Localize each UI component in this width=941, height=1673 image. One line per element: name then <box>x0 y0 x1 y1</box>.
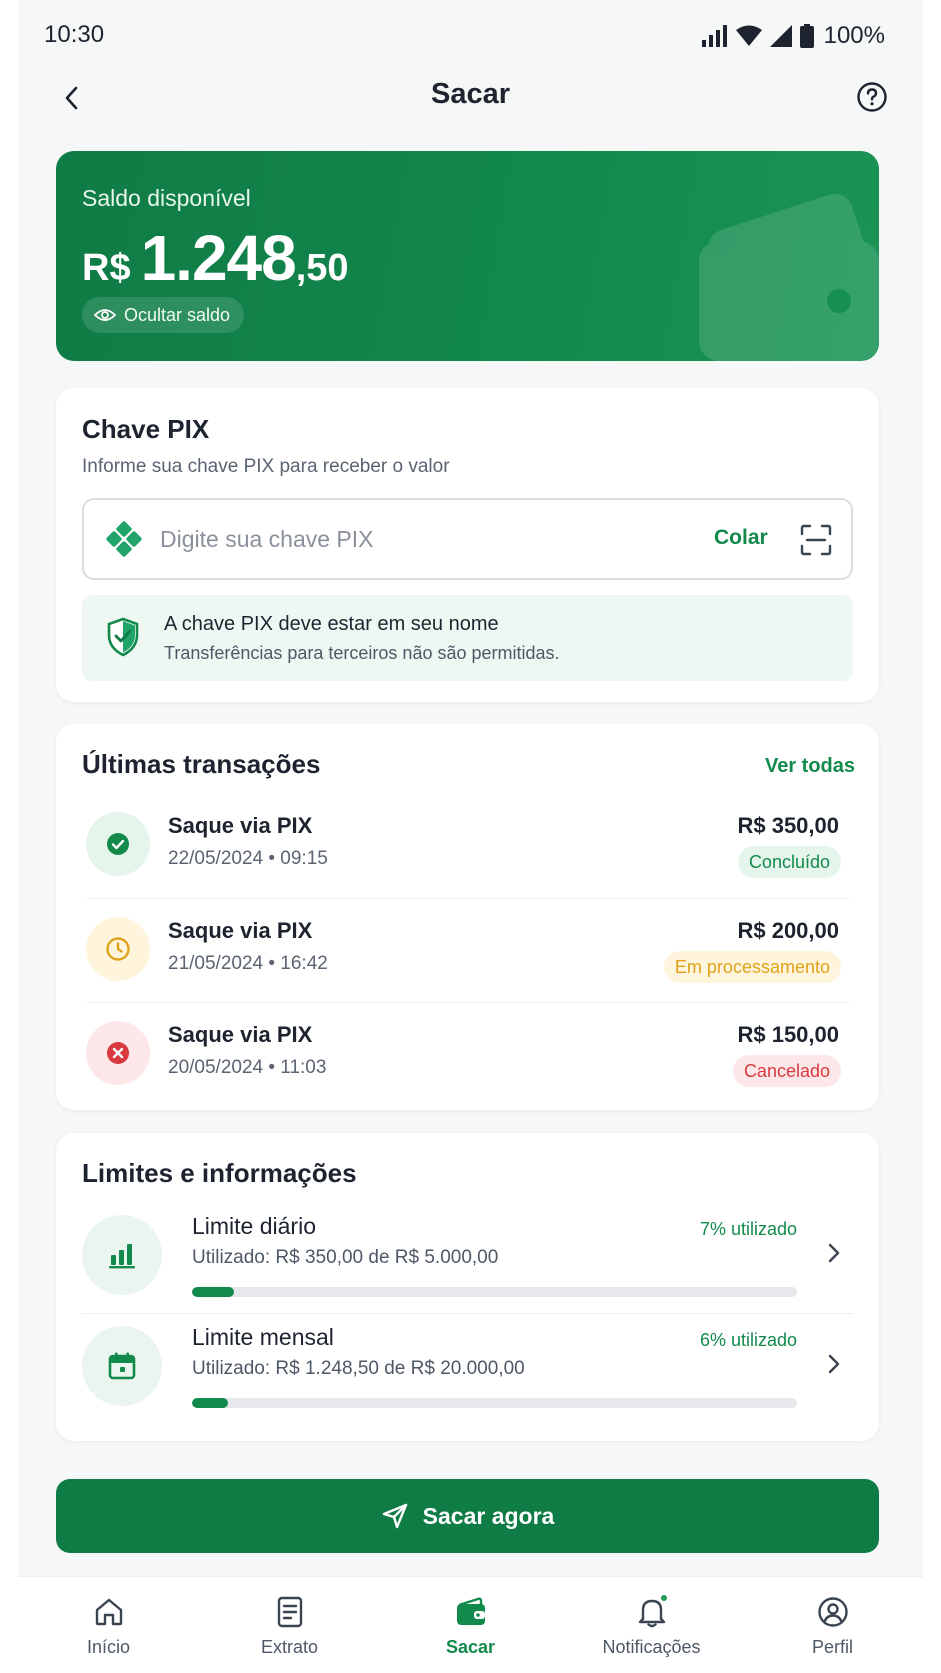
balance-card: Saldo disponível R$ 1.248 ,50 Ocultar sa… <box>56 151 879 361</box>
nav-item-withdraw[interactable]: Sacar <box>380 1577 561 1673</box>
chevron-right-icon <box>828 1243 840 1263</box>
nav-item-statement[interactable]: Extrato <box>199 1577 380 1673</box>
limit-progress-bar <box>192 1398 797 1408</box>
transactions-card: Últimas transações Ver todas Saque via P… <box>56 724 879 1110</box>
limit-progress-fill <box>192 1287 235 1297</box>
nav-item-notifications[interactable]: Notificações <box>561 1577 742 1673</box>
withdraw-now-label: Sacar agora <box>422 1502 555 1529</box>
calendar-icon <box>108 1352 136 1380</box>
bell-icon <box>633 1593 671 1631</box>
nav-label: Notificações <box>602 1637 701 1657</box>
limit-icon <box>82 1326 162 1406</box>
status-badge: Em processamento <box>663 951 841 983</box>
transaction-date: 20/05/2024 • 11:03 <box>168 1057 327 1078</box>
transaction-name: Saque via PIX <box>168 1022 313 1047</box>
transaction-status-icon <box>86 917 150 981</box>
hide-balance-button[interactable]: Ocultar saldo <box>82 297 245 333</box>
transaction-date: 21/05/2024 • 16:42 <box>168 953 328 974</box>
phone-screen: 10:30 100% Sacar Saldo disponível R$ 1.2… <box>18 0 923 1672</box>
limit-row-monthly[interactable]: Limite mensal Utilizado: R$ 1.248,50 de … <box>82 1313 853 1431</box>
nav-label: Extrato <box>260 1637 319 1657</box>
limit-name: Limite diário <box>192 1213 316 1239</box>
transaction-row[interactable]: Saque via PIX 20/05/2024 • 11:03 R$ 150,… <box>86 1002 849 1106</box>
balance-cents: ,50 <box>295 247 349 289</box>
nav-item-home[interactable]: Início <box>18 1577 199 1673</box>
cellular-icon <box>769 25 792 47</box>
pix-key-card: Chave PIX Informe sua chave PIX para rec… <box>56 388 879 702</box>
wallet-decoration-icon <box>699 193 879 361</box>
qr-scan-icon[interactable] <box>798 522 834 558</box>
pix-card-title: Chave PIX <box>82 414 210 444</box>
see-all-link[interactable]: Ver todas <box>765 755 855 778</box>
help-icon <box>857 82 887 112</box>
nav-item-profile[interactable]: Perfil <box>742 1577 923 1673</box>
battery-percent: 100% <box>823 22 885 49</box>
profile-icon <box>814 1593 852 1631</box>
status-badge: Cancelado <box>732 1055 841 1087</box>
balance-currency: R$ <box>82 247 131 289</box>
hide-balance-label: Ocultar saldo <box>124 304 231 325</box>
balance-integer: 1.248 <box>140 222 297 294</box>
pix-ownership-note: A chave PIX deve estar em seu nome Trans… <box>82 595 853 681</box>
send-icon <box>382 1503 407 1529</box>
pix-card-subtitle: Informe sua chave PIX para receber o val… <box>82 456 450 477</box>
limit-percent: 6% utilizado <box>699 1330 797 1350</box>
notification-dot <box>658 1593 669 1603</box>
status-bar: 10:30 100% <box>18 0 923 70</box>
transaction-amount: R$ 200,00 <box>737 918 839 943</box>
eye-icon <box>94 309 116 321</box>
withdraw-now-button[interactable]: Sacar agora <box>56 1479 879 1553</box>
nav-label: Início <box>86 1637 131 1657</box>
help-button[interactable] <box>855 80 889 114</box>
balance-label: Saldo disponível <box>82 185 251 211</box>
wifi-icon <box>735 25 762 46</box>
limit-used: Utilizado: R$ 1.248,50 de R$ 20.000,00 <box>192 1358 525 1379</box>
x-circle-icon <box>107 1042 129 1064</box>
nav-label: Perfil <box>811 1637 853 1657</box>
note-text: Transferências para terceiros não são pe… <box>164 643 560 663</box>
bottom-nav: Início Extrato Sacar Notificações Perfil <box>18 1576 923 1672</box>
transaction-name: Saque via PIX <box>168 918 313 943</box>
signal-icon <box>701 25 727 47</box>
note-title: A chave PIX deve estar em seu nome <box>164 613 499 635</box>
transaction-amount: R$ 350,00 <box>737 813 839 838</box>
pix-icon <box>106 521 142 557</box>
limit-percent: 7% utilizado <box>699 1219 797 1239</box>
statement-icon <box>271 1593 309 1631</box>
transaction-name: Saque via PIX <box>168 813 313 838</box>
limit-used: Utilizado: R$ 350,00 de R$ 5.000,00 <box>192 1247 499 1268</box>
transaction-date: 22/05/2024 • 09:15 <box>168 848 328 869</box>
transactions-title: Últimas transações <box>82 749 321 779</box>
bar-chart-icon <box>109 1244 135 1269</box>
transaction-amount: R$ 150,00 <box>737 1022 839 1047</box>
limits-title: Limites e informações <box>82 1158 357 1188</box>
transaction-row[interactable]: Saque via PIX 22/05/2024 • 09:15 R$ 350,… <box>86 794 849 898</box>
paste-button[interactable]: Colar <box>714 526 768 550</box>
limit-icon <box>82 1215 162 1295</box>
chevron-right-icon <box>828 1354 840 1374</box>
status-badge: Concluído <box>737 846 841 878</box>
status-time: 10:30 <box>44 21 105 48</box>
limits-card: Limites e informações Limite diário Util… <box>56 1133 879 1441</box>
limit-name: Limite mensal <box>192 1324 334 1350</box>
transaction-row[interactable]: Saque via PIX 21/05/2024 • 16:42 R$ 200,… <box>86 898 849 1002</box>
limit-progress-bar <box>192 1287 797 1297</box>
home-icon <box>90 1593 128 1631</box>
clock-icon <box>106 937 130 961</box>
pix-key-input[interactable] <box>160 518 640 560</box>
wallet-icon <box>452 1593 490 1631</box>
shield-check-icon <box>107 617 139 657</box>
balance-amount: R$ 1.248 ,50 <box>82 221 349 295</box>
nav-label: Sacar <box>445 1637 496 1657</box>
check-circle-icon <box>107 833 129 855</box>
transaction-status-icon <box>86 812 150 876</box>
page-title: Sacar <box>430 78 510 110</box>
limit-progress-fill <box>192 1398 229 1408</box>
transaction-status-icon <box>86 1021 150 1085</box>
limit-row-daily[interactable]: Limite diário Utilizado: R$ 350,00 de R$… <box>82 1203 853 1321</box>
battery-icon <box>799 24 814 48</box>
pix-key-field[interactable]: Colar <box>82 498 853 580</box>
status-icons: 100% <box>701 22 885 50</box>
